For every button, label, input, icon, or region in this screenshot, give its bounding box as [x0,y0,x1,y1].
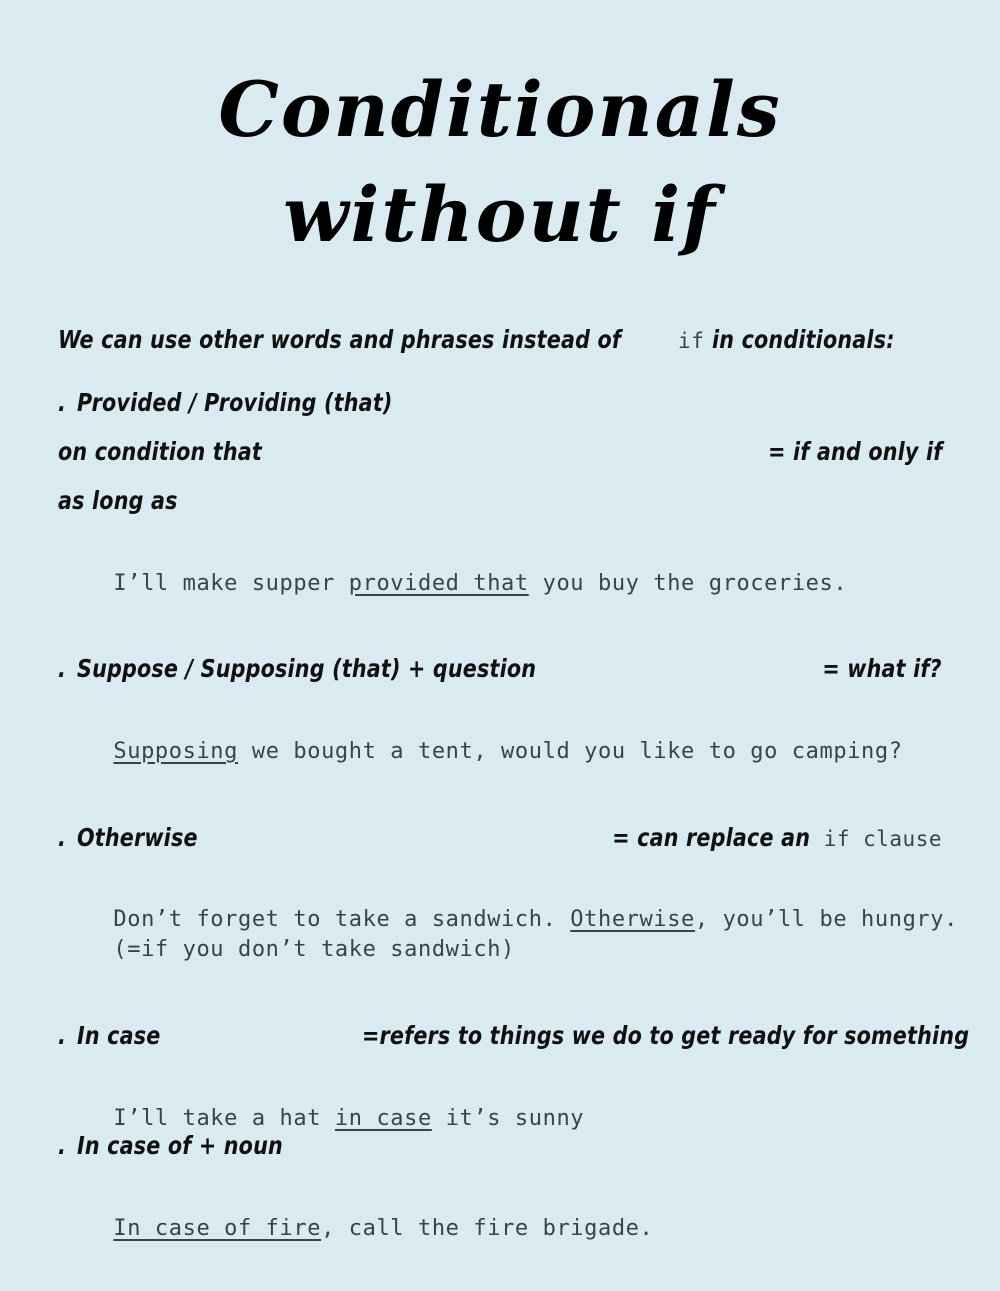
example-highlight: In case of fire [113,1216,322,1241]
heading-in-case-of-noun: In case of + noun [76,1131,283,1160]
bullet-marker: . [58,823,67,852]
example-highlight: provided that [348,571,529,596]
heading-suppose-supposing: Suppose / Supposing (that) + question [76,654,536,683]
intro-paragraph: We can use other words and phrases inste… [58,325,942,354]
example-text-after: you buy the groceries. [528,571,848,596]
intro-keyword-if: if [678,329,705,353]
page-title: Conditionals without if [0,58,1000,268]
example-text-before: I’ll take a hat [113,1106,335,1131]
title-line-2: without if [283,169,717,259]
annotation-if-clause: if clause [823,827,942,851]
bullet-marker: . [58,388,67,417]
heading-as-long-as: as long as [58,486,178,515]
intro-text-before: We can use other words and phrases inste… [58,325,622,354]
example-highlight: in case [334,1106,432,1131]
bullet-marker: . [58,1131,67,1160]
heading-in-case: In case [76,1021,161,1050]
example-in-case-of: In case of fire, call the fire brigade. [58,1191,942,1266]
annotation-refers-to-things: =refers to things we do to get ready for… [362,1021,970,1050]
worksheet-page: Conditionals without if We can use other… [0,0,1000,1291]
bullet-marker: . [58,1021,67,1050]
section-provided-heading-2-row: on condition that = if and only if [58,437,942,466]
section-provided-heading-3: as long as [58,486,942,515]
example-text-before: I’ll make supper [113,571,349,596]
annotation-can-replace-an: = can replace an [612,823,811,852]
example-gloss-text: (=if you don’t take sandwich) [113,937,515,962]
annotation-what-if: = what if? [822,654,942,683]
intro-text-after: in conditionals: [712,325,896,354]
section-otherwise-heading-row: . Otherwise = can replace an if clause [58,823,942,852]
example-text-after: we bought a tent, would you like to go c… [238,739,903,764]
example-suppose: Supposing we bought a tent, would you li… [58,714,942,789]
section-in-case-of-heading-row: . In case of + noun [58,1131,942,1160]
example-provided: I’ll make supper provided that you buy t… [58,546,942,621]
section-provided-heading-1: . Provided / Providing (that) [58,388,942,417]
annotation-if-and-only-if: = if and only if [767,437,942,466]
example-highlight: Supposing [113,739,238,764]
example-text-after: it’s sunny [431,1106,585,1131]
bullet-marker: . [58,654,67,683]
title-line-1: Conditionals [218,65,782,154]
example-otherwise-2: (=if you don’t take sandwich) [58,912,942,987]
heading-on-condition-that: on condition that [58,437,263,466]
heading-provided-providing: Provided / Providing (that) [76,388,393,417]
section-in-case-heading-row: . In case =refers to things we do to get… [58,1021,969,1050]
annotation-otherwise-group: = can replace an if clause [595,823,942,852]
example-text-after: , call the fire brigade. [321,1216,654,1241]
heading-otherwise: Otherwise [76,823,198,852]
section-suppose-heading-row: . Suppose / Supposing (that) + question … [58,654,942,683]
